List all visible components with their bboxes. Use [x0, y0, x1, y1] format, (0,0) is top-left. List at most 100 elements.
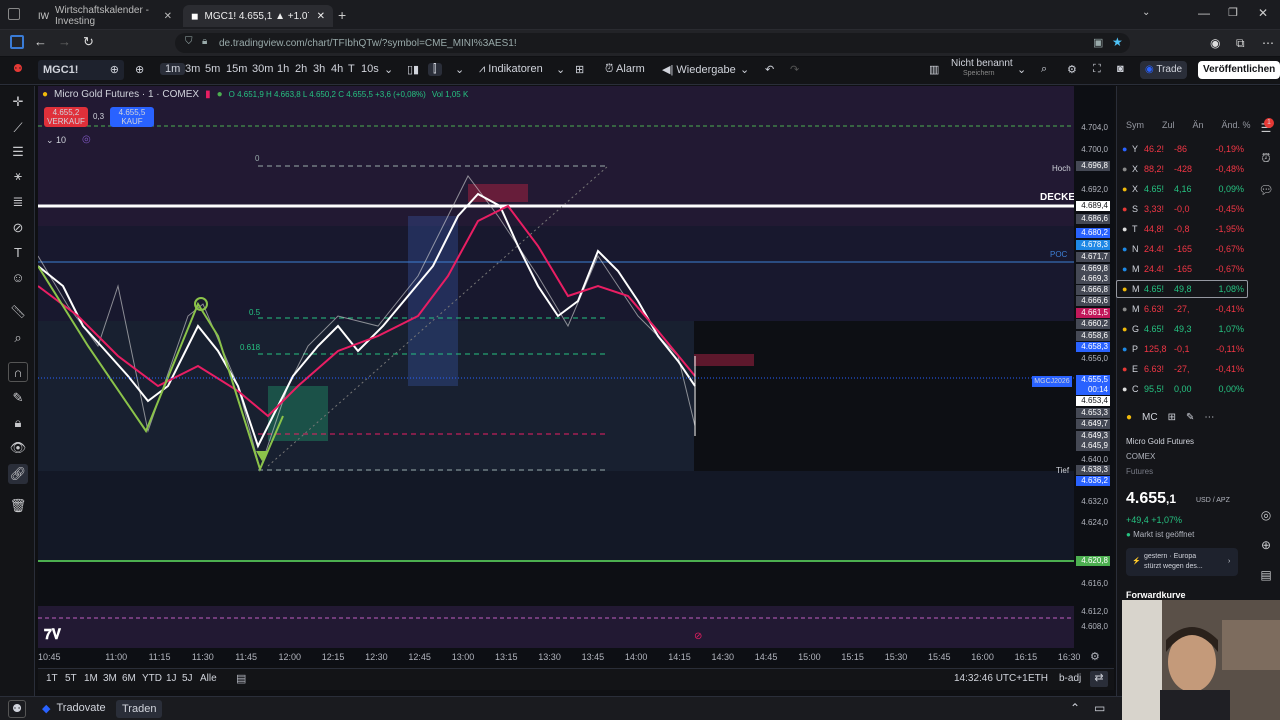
new-tab-icon[interactable]: +	[338, 7, 346, 23]
col-symbol[interactable]: Sym	[1126, 120, 1144, 130]
back-icon[interactable]: ←	[34, 34, 47, 49]
col-change-pct[interactable]: Änd. %	[1222, 120, 1251, 130]
bar-style-icon[interactable]: ▯▮	[402, 63, 424, 76]
ruler-icon[interactable]: 📏︎	[8, 302, 28, 322]
candles-icon[interactable]: ⫿	[428, 63, 442, 76]
layout-icon[interactable]: ▥	[924, 63, 944, 76]
replay-button[interactable]: ◀| Wiedergabe	[657, 63, 741, 76]
range-button-1m[interactable]: 1M	[84, 673, 98, 684]
trade-tab[interactable]: Traden	[116, 700, 163, 718]
watchlist-row[interactable]: ● E 6.63! -27, -0,41%	[1122, 360, 1250, 378]
flag-icon[interactable]: ▮	[205, 89, 211, 100]
crosshair-icon[interactable]: ✛	[8, 92, 28, 112]
close-icon[interactable]: ✕	[317, 11, 325, 22]
range-button-1t[interactable]: 1T	[46, 673, 58, 684]
watchlist-row[interactable]: ● X 4.65! 4,16 0,09%	[1122, 180, 1250, 198]
workspace-icon[interactable]	[10, 35, 24, 49]
chart-canvas[interactable]: ● Micro Gold Futures · 1 · COMEX ▮ ● O 4…	[38, 86, 1075, 664]
col-change[interactable]: Än	[1193, 120, 1204, 130]
browser-tab-investing[interactable]: IW Wirtschaftskalender - Investing ✕	[30, 5, 180, 27]
chat-bubble-icon[interactable]: 💬︎	[1256, 180, 1276, 200]
add-compare-icon[interactable]: ⊕	[110, 60, 119, 80]
range-button-alle[interactable]: Alle	[200, 673, 217, 684]
legend-title[interactable]: Micro Gold Futures · 1 · COMEX	[54, 89, 199, 100]
brush-icon[interactable]: ⊘	[8, 218, 28, 238]
maximize-panel-icon[interactable]: ▭	[1094, 701, 1105, 715]
lock-icon[interactable]: 🔒︎	[202, 36, 207, 47]
price-chart-svg[interactable]	[38, 86, 1074, 664]
alarm-button[interactable]: ⏰︎ Alarm	[600, 63, 650, 76]
link-icon[interactable]: 🔗︎	[8, 464, 28, 484]
camera-icon[interactable]: ◙	[1112, 63, 1129, 75]
watchlist-row[interactable]: ● M 24.4! -165 -0,67%	[1122, 260, 1250, 278]
trash-icon[interactable]: 🗑︎	[8, 496, 28, 516]
chevron-down-icon[interactable]: ⌄	[1142, 7, 1150, 18]
browser-tab-tradingview[interactable]: ◼ MGC1! 4.655,1 ▲ +1.07% Nicht ✕	[183, 5, 333, 27]
text-icon[interactable]: T	[8, 243, 28, 263]
hide-icon[interactable]: 👁︎	[8, 438, 28, 458]
watchlist-row[interactable]: ● G 4.65! 49,3 1,07%	[1122, 320, 1250, 338]
chat-icon[interactable]: ⚉	[8, 700, 26, 718]
event-marker-icon[interactable]: ⊘	[694, 631, 702, 642]
details-name[interactable]: Micro Gold Futures	[1126, 437, 1194, 446]
lot-size[interactable]: ⌄ 10	[46, 135, 66, 146]
minimize-icon[interactable]: —	[1198, 6, 1210, 20]
watchlist-row[interactable]: ● C 95,5! 0,00 0,00%	[1122, 380, 1250, 398]
trendline-icon[interactable]: ⟋	[8, 118, 28, 138]
range-button-5t[interactable]: 5T	[65, 673, 77, 684]
zoom-icon[interactable]: ⌕	[8, 328, 28, 348]
grid-icon[interactable]: ⊞	[1168, 412, 1176, 423]
session-label[interactable]: ETH	[1028, 673, 1048, 684]
watchlist-row[interactable]: ● Y 46.2! -86 -0,19%	[1122, 140, 1250, 158]
magnet-icon[interactable]: ∩	[8, 362, 28, 382]
restore-icon[interactable]: ❐	[1228, 6, 1238, 19]
watchlist-row[interactable]: ● S 3,33! -0,0 -0,45%	[1122, 200, 1250, 218]
symbol-search[interactable]: MGC1! ⊕	[38, 60, 124, 80]
news-card[interactable]: ⚡ gestern · Europa stürzt wegen des... ›	[1126, 548, 1238, 576]
range-button-ytd[interactable]: YTD	[142, 673, 162, 684]
watchlist-row[interactable]: ● M 6.63! -27, -0,41%	[1122, 300, 1250, 318]
axis-settings-icon[interactable]: ⚙	[1090, 650, 1100, 663]
range-button-3m[interactable]: 3M	[103, 673, 117, 684]
redo-icon[interactable]: ↷	[785, 63, 804, 76]
fullscreen-icon[interactable]: ⛶	[1088, 63, 1106, 76]
details-symbol[interactable]: MC	[1142, 412, 1158, 423]
profile-icon[interactable]: ◉	[1210, 36, 1220, 50]
collapse-icon[interactable]: ⌃	[1070, 701, 1080, 715]
chart-type-dropdown-icon[interactable]: ⌄	[450, 63, 469, 76]
layout-dropdown-icon[interactable]: ⌄	[1012, 63, 1031, 76]
url-field[interactable]: ⛉ 🔒︎ de.tradingview.com/chart/TFIbhQTw/?…	[175, 33, 1130, 53]
shield-icon[interactable]: ⛉	[185, 36, 193, 47]
time-axis[interactable]: 10:45 11:00 11:15 11:30 11:45 12:00 12:15 12:30…	[38, 648, 1108, 666]
star-icon[interactable]: ★	[1112, 35, 1123, 49]
layout-name-button[interactable]: Nicht benannt Speichern	[946, 59, 1018, 79]
forward-curve-title[interactable]: Forwardkurve	[1126, 590, 1186, 600]
broker-tab[interactable]: ◆ Tradovate	[42, 702, 106, 715]
trade-button[interactable]: ◉ Trade	[1140, 61, 1188, 79]
forward-icon[interactable]: →	[58, 34, 71, 49]
interval-dropdown-icon[interactable]: ⌄	[379, 63, 398, 76]
indicators-button[interactable]: ⩘ Indikatoren	[474, 63, 548, 76]
auto-scale-icon[interactable]: ⇄	[1090, 671, 1108, 687]
reload-icon[interactable]: ↻	[83, 34, 94, 50]
range-button-5j[interactable]: 5J	[182, 673, 193, 684]
tab-list-icon[interactable]	[8, 8, 20, 20]
fib-icon[interactable]: ≣	[8, 192, 28, 212]
calendar-side-icon[interactable]: ▤	[1256, 565, 1276, 585]
user-menu-icon[interactable]: ⚉	[8, 62, 28, 75]
sell-button[interactable]: 4.655,2 VERKAUF	[44, 107, 88, 127]
target-icon[interactable]: ◎	[1256, 505, 1276, 525]
publish-button[interactable]: Veröffentlichen	[1198, 61, 1280, 79]
stay-drawing-icon[interactable]: ✎	[8, 388, 28, 408]
watchlist-row[interactable]: ● T 44,8! -0,8 -1,95%	[1122, 220, 1250, 238]
edit-icon[interactable]: ✎	[1186, 412, 1194, 423]
horizontal-lines-icon[interactable]: ☰	[8, 142, 28, 162]
watchlist-row[interactable]: ● P 125,8 -0,1 -0,11%	[1122, 340, 1250, 358]
watchlist-row[interactable]: ● N 24.4! -165 -0,67%	[1122, 240, 1250, 258]
extensions-icon[interactable]: ⧉	[1236, 36, 1245, 51]
buy-button[interactable]: 4.655,5 KAUF	[110, 107, 154, 127]
reader-icon[interactable]: ▣	[1093, 36, 1103, 49]
adjust-label[interactable]: b-adj	[1059, 673, 1081, 684]
watchlist-row[interactable]: ● X 88,2! -428 -0,48%	[1122, 160, 1250, 178]
tradingview-logo[interactable]: 𝟕𝐕	[44, 626, 61, 643]
